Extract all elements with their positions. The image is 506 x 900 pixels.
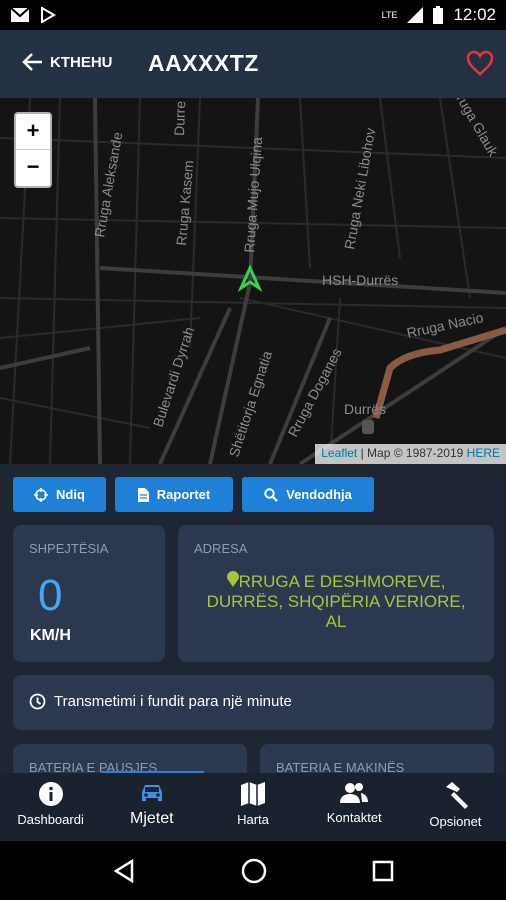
map-label-mujo: Rruga Mujo Ulqina: [241, 136, 265, 253]
bottom-nav: Dashboardi Mjetet Harta Kontaktet Opsion…: [0, 773, 506, 841]
speed-value: 0: [38, 571, 63, 620]
recents-square-icon[interactable]: [372, 860, 394, 882]
map-label-durres: Durrës: [344, 401, 386, 417]
back-triangle-icon[interactable]: [112, 858, 136, 883]
arrow-left-icon: [22, 53, 42, 71]
leaflet-link[interactable]: Leaflet: [321, 446, 357, 460]
reports-label: Raportet: [156, 487, 211, 502]
nav-options[interactable]: Opsionet: [405, 773, 506, 841]
signal-icon: [407, 7, 424, 23]
map-label-neki: Rruga Neki Libohov: [341, 127, 378, 251]
map-view[interactable]: Rruga Aleksande Rruga Kasem Durre Rruga …: [0, 98, 506, 464]
system-nav-bar: [0, 841, 506, 900]
reports-button[interactable]: Raportet: [115, 477, 233, 512]
page-title: AAXXXTZ: [148, 50, 259, 76]
location-pin-icon: [226, 571, 239, 587]
map-label-durre: Durre: [171, 100, 188, 136]
hammer-icon: [446, 782, 469, 809]
follow-label: Ndiq: [56, 487, 85, 502]
nav-dashboard[interactable]: Dashboardi: [0, 773, 101, 841]
clock-icon: [29, 693, 46, 710]
status-bar: LTE 12:02: [0, 0, 506, 30]
info-icon: [38, 782, 63, 806]
home-circle-icon[interactable]: [241, 858, 267, 884]
last-transmission-card: Transmetimi i fundit para një minute: [13, 675, 494, 730]
clock: 12:02: [453, 5, 496, 24]
map-label-glauk: ruga Glauk: [453, 98, 502, 160]
network-type: LTE: [381, 10, 398, 20]
battery-icon: [433, 6, 444, 24]
map-tiles: Rruga Aleksande Rruga Kasem Durre Rruga …: [0, 98, 506, 464]
map-attribution: Leaflet | Map © 1987-2019 HERE: [315, 444, 506, 464]
car-battery-card: BATERIA E MAKINËS: [260, 744, 494, 775]
speed-card: SHPEJTËSIA 0 KM/H: [13, 525, 165, 662]
nav-vehicles-label: Mjetet: [130, 810, 174, 827]
speed-label: SHPEJTËSIA: [29, 541, 109, 556]
nav-contacts-label: Kontaktet: [326, 810, 382, 825]
location-label: Vendodhja: [286, 487, 352, 502]
map-label-nacio: Rruga Nacio: [405, 309, 485, 341]
address-label: ADRESA: [194, 541, 248, 556]
map-label-dyrrah: Bulevardi Dyrrah: [150, 325, 197, 429]
nav-vehicles[interactable]: Mjetet: [101, 773, 202, 841]
nav-dashboard-label: Dashboardi: [17, 812, 84, 827]
zoom-in-button[interactable]: +: [16, 114, 50, 150]
location-button[interactable]: Vendodhja: [242, 477, 374, 512]
address-text-wrap: RRUGA E DESHMOREVE, DURRËS, SHQIPËRIA VE…: [198, 571, 474, 632]
document-icon: [137, 487, 149, 502]
zoom-out-button[interactable]: −: [16, 150, 50, 186]
contacts-icon: [340, 783, 369, 803]
map-label-hsh: HSH-Durrës: [322, 272, 398, 288]
address-text: RRUGA E DESHMOREVE, DURRËS, SHQIPËRIA VE…: [206, 572, 466, 631]
transit-station-icon: [362, 420, 374, 434]
follow-button[interactable]: Ndiq: [13, 477, 106, 512]
back-label: KTHEHU: [50, 53, 113, 71]
speed-unit: KM/H: [30, 627, 71, 644]
favorite-heart-icon[interactable]: [466, 50, 494, 76]
nav-map-label: Harta: [237, 812, 269, 827]
map-icon: [241, 782, 265, 806]
nav-map[interactable]: Harta: [202, 773, 303, 841]
action-buttons: Ndiq Raportet Vendodhja: [13, 477, 374, 512]
last-transmission-text: Transmetimi i fundit para një minute: [54, 693, 292, 710]
zoom-control: + −: [14, 112, 52, 188]
crosshair-icon: [34, 487, 49, 502]
nav-contacts[interactable]: Kontaktet: [304, 773, 405, 841]
address-card: ADRESA RRUGA E DESHMOREVE, DURRËS, SHQIP…: [178, 525, 494, 662]
pause-battery-card: BATERIA E PAUSJES: [13, 744, 247, 775]
gmail-icon: [10, 7, 30, 22]
attribution-text: | Map © 1987-2019: [360, 446, 464, 460]
back-button[interactable]: KTHEHU: [22, 52, 113, 72]
search-icon: [264, 487, 278, 502]
app-bar: KTHEHU AAXXXTZ: [0, 30, 506, 98]
here-link[interactable]: HERE: [467, 446, 500, 460]
car-icon: [141, 785, 162, 801]
play-store-icon: [41, 7, 56, 23]
nav-options-label: Opsionet: [429, 814, 482, 829]
map-label-kasem: Rruga Kasem: [173, 160, 196, 247]
